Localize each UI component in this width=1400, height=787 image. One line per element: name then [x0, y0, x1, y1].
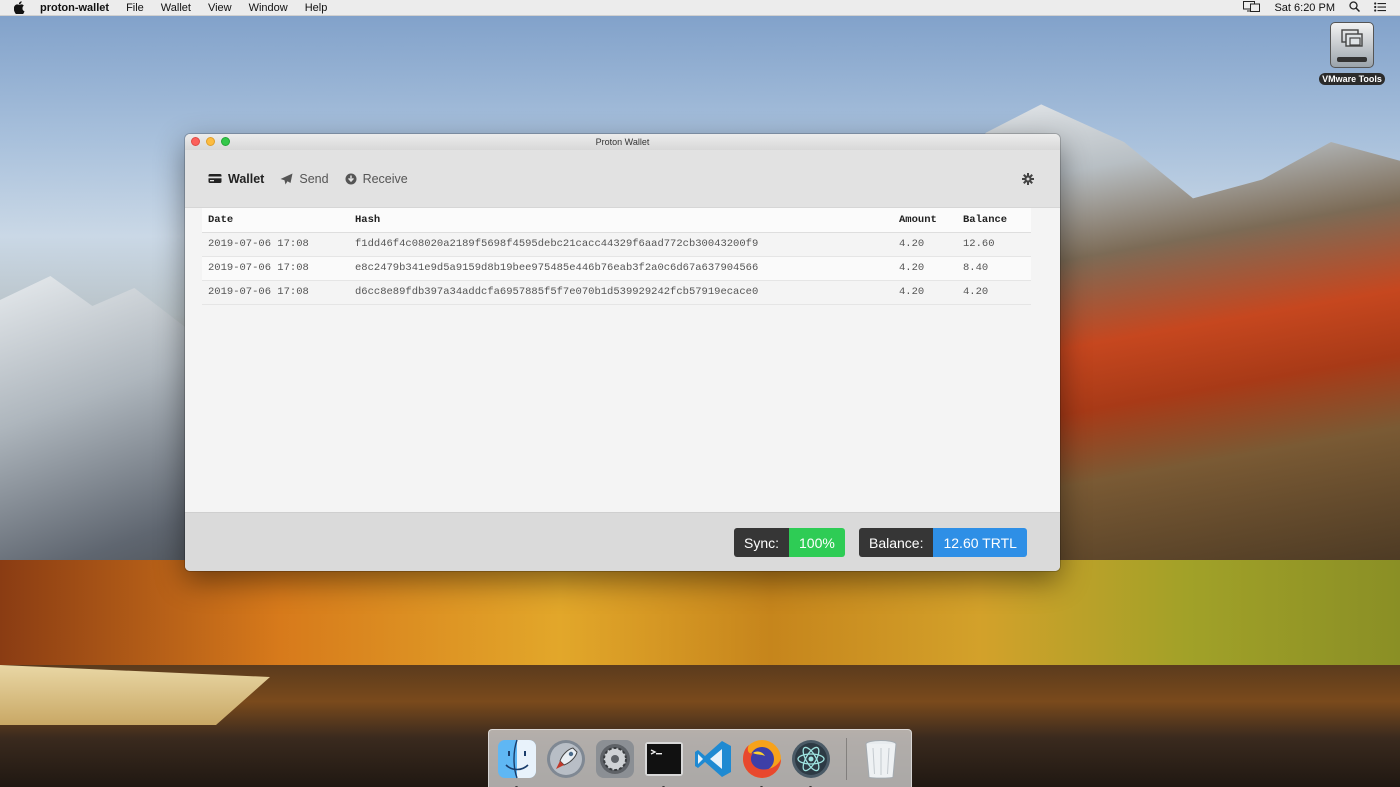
close-window-button[interactable]: [191, 137, 200, 146]
dock-system-preferences[interactable]: [593, 737, 637, 781]
menu-file[interactable]: File: [126, 2, 144, 14]
balance-label: Balance:: [859, 528, 934, 557]
dock-atom[interactable]: [789, 737, 833, 787]
header-hash[interactable]: Hash: [349, 208, 893, 233]
nav-toolbar: Wallet Send Receive: [185, 150, 1060, 208]
wallpaper-trees: [0, 560, 1400, 670]
header-date[interactable]: Date: [202, 208, 349, 233]
atom-icon: [792, 739, 830, 778]
sync-value: 100%: [789, 528, 845, 557]
balance-badge: Balance: 12.60 TRTL: [859, 528, 1027, 557]
dock-terminal[interactable]: [642, 737, 686, 787]
notification-center-icon[interactable]: [1374, 1, 1386, 15]
cell-hash: e8c2479b341e9d5a9159d8b19bee975485e446b7…: [349, 256, 893, 281]
balance-value: 12.60 TRTL: [933, 528, 1027, 557]
cell-balance: 8.40: [957, 256, 1031, 281]
cell-hash: d6cc8e89fdb397a34addcfa6957885f5f7e070b1…: [349, 280, 893, 305]
tab-wallet-label: Wallet: [228, 171, 265, 186]
disk-drive-icon: [1330, 22, 1374, 68]
menu-help[interactable]: Help: [305, 2, 328, 14]
tab-send[interactable]: Send: [280, 171, 329, 186]
table-row[interactable]: 2019-07-06 17:08 e8c2479b341e9d5a9159d8b…: [202, 256, 1031, 281]
vscode-icon: [695, 740, 731, 777]
tab-receive-label: Receive: [362, 171, 408, 186]
apple-menu-icon[interactable]: [14, 1, 28, 15]
trash-icon: [865, 739, 897, 779]
dock: [488, 729, 912, 787]
table-row[interactable]: 2019-07-06 17:08 d6cc8e89fdb397a34addcfa…: [202, 280, 1031, 305]
dock-finder[interactable]: [495, 737, 539, 787]
cell-amount: 4.20: [893, 232, 957, 257]
tab-send-label: Send: [299, 171, 329, 186]
finder-icon: [498, 739, 536, 778]
tab-receive[interactable]: Receive: [345, 172, 408, 186]
wallet-icon: [208, 174, 222, 183]
menubar-clock[interactable]: Sat 6:20 PM: [1274, 2, 1335, 14]
status-footer: Sync: 100% Balance: 12.60 TRTL: [185, 512, 1060, 571]
dock-firefox[interactable]: [740, 737, 784, 787]
cell-date: 2019-07-06 17:08: [202, 232, 349, 257]
sync-label: Sync:: [734, 528, 790, 557]
settings-gear-icon[interactable]: [1022, 173, 1034, 188]
launchpad-icon: [547, 739, 585, 778]
cell-amount: 4.20: [893, 280, 957, 305]
dock-launchpad[interactable]: [544, 737, 588, 781]
cell-date: 2019-07-06 17:08: [202, 256, 349, 281]
cell-balance: 4.20: [957, 280, 1031, 305]
tab-wallet[interactable]: Wallet: [208, 172, 264, 186]
firefox-icon: [743, 739, 781, 778]
send-icon: [280, 173, 293, 184]
proton-wallet-window: Proton Wallet Wallet Send Receive Date H…: [185, 134, 1060, 571]
cell-hash: f1dd46f4c08020a2189f5698f4595debc21cacc4…: [349, 232, 893, 257]
spotlight-search-icon[interactable]: [1349, 1, 1361, 15]
zoom-window-button[interactable]: [221, 137, 230, 146]
desktop-vmware-tools[interactable]: VMware Tools: [1319, 22, 1385, 87]
dock-trash[interactable]: [859, 737, 903, 781]
window-controls: [191, 137, 236, 146]
system-preferences-icon: [596, 739, 634, 778]
header-balance[interactable]: Balance: [957, 208, 1031, 233]
transactions-panel: Date Hash Amount Balance 2019-07-06 17:0…: [185, 208, 1060, 512]
dock-separator: [846, 737, 847, 780]
transactions-table: Date Hash Amount Balance 2019-07-06 17:0…: [202, 208, 1031, 305]
table-header-row: Date Hash Amount Balance: [202, 208, 1031, 233]
sync-status-badge: Sync: 100%: [734, 528, 845, 557]
menu-view[interactable]: View: [208, 2, 232, 14]
terminal-icon: [645, 741, 683, 776]
window-title: Proton Wallet: [595, 137, 650, 147]
dock-vscode[interactable]: [691, 737, 735, 781]
header-amount[interactable]: Amount: [893, 208, 957, 233]
cell-balance: 12.60: [957, 232, 1031, 257]
table-row[interactable]: 2019-07-06 17:08 f1dd46f4c08020a2189f569…: [202, 232, 1031, 257]
cell-date: 2019-07-06 17:08: [202, 280, 349, 305]
display-icon[interactable]: [1243, 1, 1261, 15]
receive-icon: [345, 173, 357, 184]
menubar: proton-wallet File Wallet View Window He…: [0, 0, 1400, 16]
menu-app-name[interactable]: proton-wallet: [40, 2, 109, 14]
minimize-window-button[interactable]: [206, 137, 215, 146]
menu-wallet[interactable]: Wallet: [161, 2, 191, 14]
cell-amount: 4.20: [893, 256, 957, 281]
window-titlebar[interactable]: Proton Wallet: [185, 134, 1060, 150]
desktop-icon-label: VMware Tools: [1319, 73, 1385, 85]
menu-window[interactable]: Window: [249, 2, 288, 14]
